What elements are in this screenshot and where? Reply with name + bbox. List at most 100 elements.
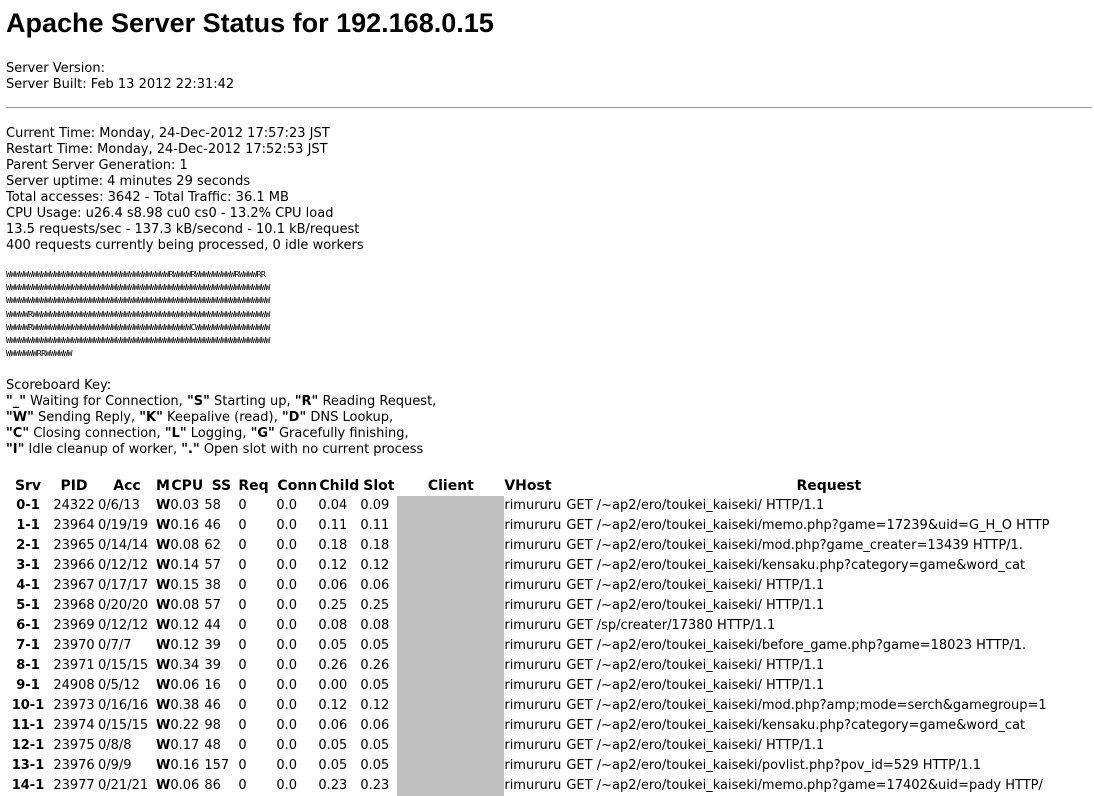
stat-line: 400 requests currently being processed, …	[6, 238, 364, 253]
cell-conn: 0.0	[276, 518, 298, 533]
cell-request: GET /~ap2/ero/toukei_kaiseki/ HTTP/1.1	[566, 738, 825, 753]
cell-cpu: 0.38	[170, 698, 200, 713]
cell-req: 0	[238, 618, 247, 633]
cell-pid: 23967	[53, 578, 95, 593]
cell-cpu: 0.08	[170, 598, 200, 613]
cell-child: 0.18	[318, 538, 348, 553]
cell-child: 0.08	[318, 618, 348, 633]
cell-slot: 0.25	[360, 598, 390, 613]
cell-cpu: 0.16	[170, 758, 200, 773]
cell-req: 0	[238, 738, 247, 753]
cell-srv: 0-1	[16, 498, 40, 513]
key-code: "S"	[186, 394, 210, 409]
cell-mode: W	[156, 618, 171, 633]
cell-child: 0.04	[318, 498, 348, 513]
cell-mode: W	[156, 518, 171, 533]
cell-request: GET /~ap2/ero/toukei_kaiseki/ HTTP/1.1	[566, 598, 825, 613]
cell-pid: 23968	[53, 598, 95, 613]
cell-mode: W	[156, 778, 171, 793]
cell-conn: 0.0	[276, 578, 298, 593]
cell-vhost: rimururu	[504, 498, 562, 513]
cell-acc: 0/9/9	[98, 758, 132, 773]
cell-srv: 14-1	[11, 778, 45, 793]
cell-slot: 0.09	[360, 498, 390, 513]
table-row: 0-1 24322 0/6/13 W 0.03 58 0 0.0 0.04 0.09 rimurur…	[6, 496, 1091, 516]
cell-ss: 39	[204, 658, 221, 673]
key-code: "I"	[6, 442, 25, 457]
cell-child: 0.25	[318, 598, 348, 613]
cell-client	[397, 676, 505, 696]
cell-client	[397, 576, 505, 596]
cell-ss: 86	[204, 778, 221, 793]
key-description: Logging,	[186, 426, 251, 441]
cell-cpu: 0.15	[170, 578, 200, 593]
cell-ss: 44	[204, 618, 221, 633]
scoreboard: WWWWWWWWWWWWWWWWWWWWWWWWWWWWWWWWWWWWWRWW…	[6, 269, 270, 359]
cell-ss: 157	[204, 758, 230, 773]
key-description: DNS Lookup,	[306, 410, 394, 425]
server-stats: Current Time: Monday, 24-Dec-2012 17:57:…	[6, 126, 364, 254]
cell-pid: 23966	[53, 558, 95, 573]
scoreboard-key-heading: Scoreboard Key:	[6, 378, 112, 393]
cell-pid: 23973	[53, 698, 95, 713]
cell-vhost: rimururu	[504, 758, 562, 773]
cell-conn: 0.0	[276, 718, 298, 733]
cell-ss: 16	[204, 678, 221, 693]
cell-acc: 0/6/13	[98, 498, 140, 513]
cell-req: 0	[238, 518, 247, 533]
cell-vhost: rimururu	[504, 698, 562, 713]
cell-request: GET /~ap2/ero/toukei_kaiseki/mod.php?amp…	[566, 698, 1047, 713]
cell-req: 0	[238, 498, 247, 513]
cell-pid: 23971	[53, 658, 95, 673]
cell-client	[397, 716, 505, 736]
cell-srv: 3-1	[16, 558, 40, 573]
cell-pid: 24322	[53, 498, 95, 513]
cell-req: 0	[238, 778, 247, 793]
cell-child: 0.05	[318, 738, 348, 753]
table-header-row: Srv PID Acc M CPU SS Req Conn Child Slot Client VHo…	[6, 476, 1091, 496]
cell-req: 0	[238, 758, 247, 773]
column-header-pid: PID	[60, 478, 88, 494]
cell-vhost: rimururu	[504, 558, 562, 573]
cell-conn: 0.0	[276, 558, 298, 573]
cell-conn: 0.0	[276, 598, 298, 613]
cell-pid: 23969	[53, 618, 95, 633]
cell-client	[397, 656, 505, 676]
cell-client	[397, 736, 505, 756]
cell-request: GET /~ap2/ero/toukei_kaiseki/kensaku.php…	[566, 558, 1026, 573]
cell-pid: 23975	[53, 738, 95, 753]
cell-srv: 7-1	[16, 638, 40, 653]
cell-cpu: 0.12	[170, 618, 200, 633]
key-description: Starting up,	[209, 394, 295, 409]
key-code: "D"	[281, 410, 307, 425]
table-row: 14-1 23977 0/21/21 W 0.06 86 0 0.0 0.23 0.23 rimur…	[6, 776, 1091, 796]
key-description: Reading Request,	[318, 394, 437, 409]
key-code: "L"	[164, 426, 187, 441]
cell-vhost: rimururu	[504, 618, 562, 633]
cell-acc: 0/12/12	[98, 618, 149, 633]
cell-ss: 62	[204, 538, 221, 553]
table-row: 13-1 23976 0/9/9 W 0.16 157 0 0.0 0.05 0.05 rimuru…	[6, 756, 1091, 776]
cell-conn: 0.0	[276, 498, 298, 513]
cell-request: GET /~ap2/ero/toukei_kaiseki/mod.php?gam…	[566, 538, 1023, 553]
cell-slot: 0.06	[360, 718, 390, 733]
cell-acc: 0/5/12	[98, 678, 140, 693]
cell-conn: 0.0	[276, 698, 298, 713]
key-description: Idle cleanup of worker,	[24, 442, 182, 457]
cell-srv: 5-1	[16, 598, 40, 613]
cell-conn: 0.0	[276, 738, 298, 753]
cell-srv: 1-1	[16, 518, 40, 533]
cell-vhost: rimururu	[504, 738, 562, 753]
table-row: 6-1 23969 0/12/12 W 0.12 44 0 0.0 0.08 0.08 rimuru…	[6, 616, 1091, 636]
cell-mode: W	[156, 498, 171, 513]
cell-slot: 0.18	[360, 538, 390, 553]
cell-srv: 11-1	[11, 718, 45, 733]
cell-cpu: 0.34	[170, 658, 200, 673]
cell-child: 0.06	[318, 578, 348, 593]
cell-cpu: 0.22	[170, 718, 200, 733]
cell-pid: 24908	[53, 678, 95, 693]
cell-acc: 0/15/15	[98, 718, 149, 733]
cell-vhost: rimururu	[504, 578, 562, 593]
column-header-cpu: CPU	[171, 478, 204, 494]
cell-ss: 58	[204, 498, 221, 513]
